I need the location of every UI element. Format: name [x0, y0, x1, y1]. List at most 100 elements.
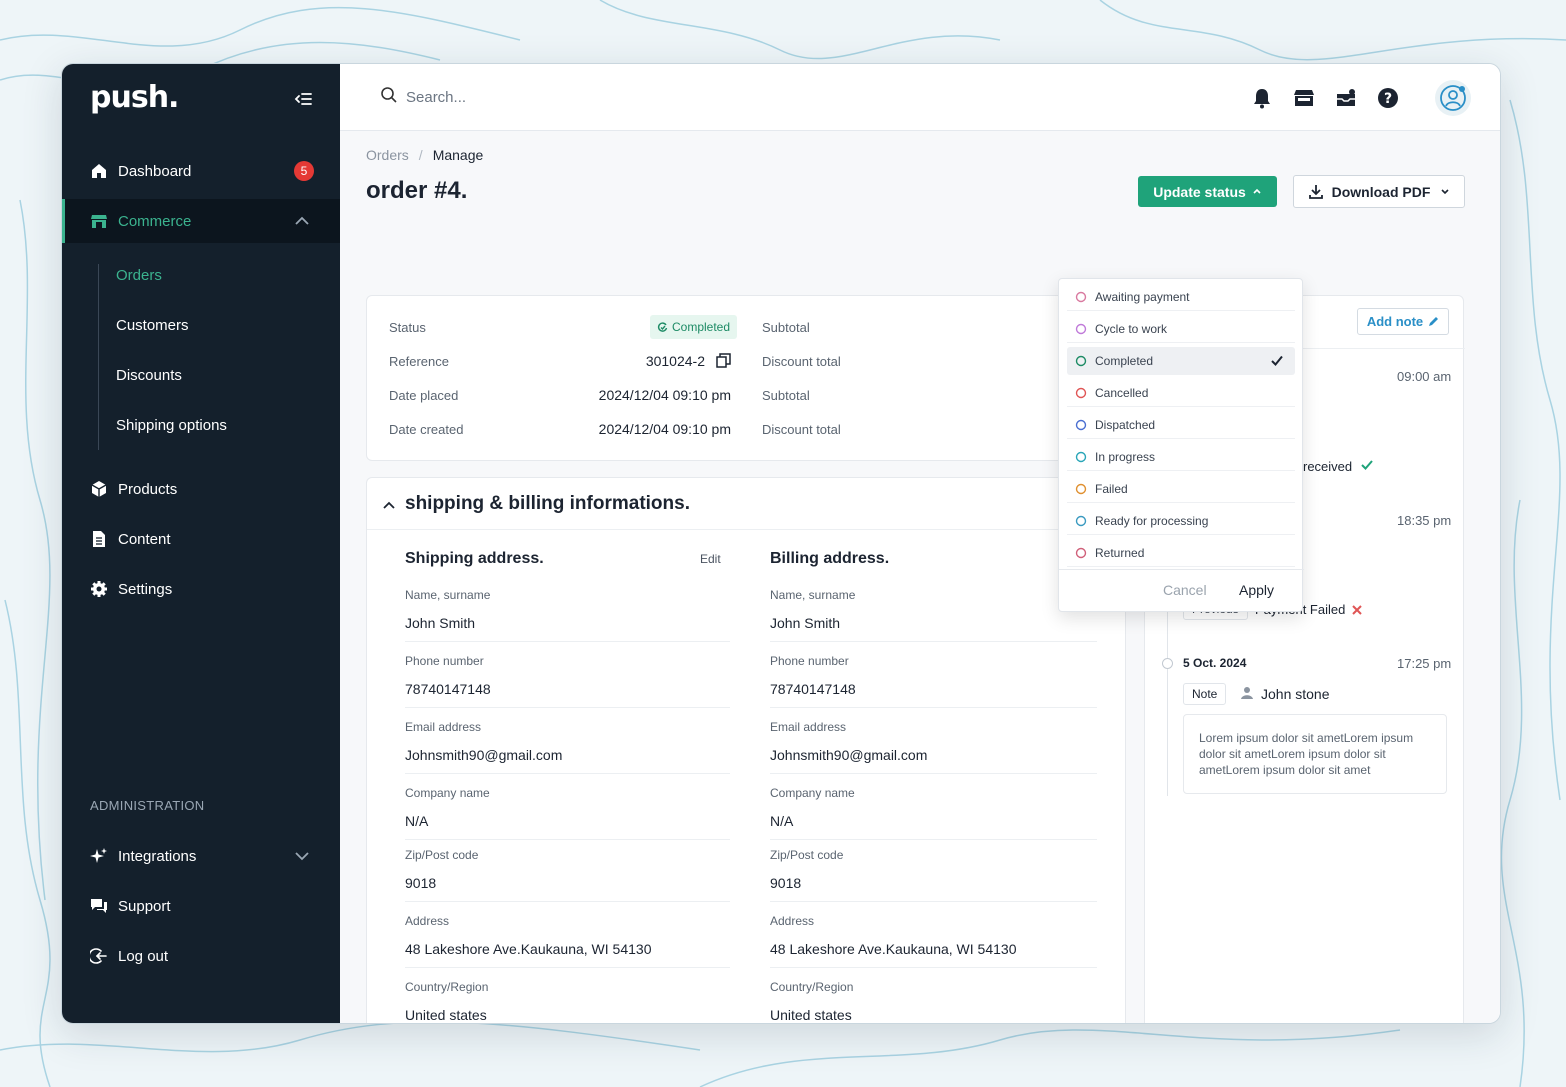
shipping-field-value: Johnsmith90@gmail.com [405, 747, 563, 763]
sidebar-subitem-shipping-options[interactable]: Shipping options [116, 414, 227, 438]
timeline-date: 5 Oct. 2024 [1183, 656, 1247, 670]
status-dropdown-menu: Awaiting payment Cycle to work Completed Ca… [1058, 278, 1304, 612]
status-option-label: Failed [1095, 481, 1128, 496]
shipping-field-label: Address [405, 914, 450, 928]
timeline-event-text: received [1303, 459, 1353, 474]
sidebar-item-content[interactable]: Content [62, 517, 340, 561]
field-divider [770, 901, 1097, 902]
user-avatar[interactable] [1435, 80, 1471, 116]
status-icon [1075, 547, 1087, 559]
billing-field-label: Email address [770, 720, 847, 734]
app-logo[interactable]: push. [90, 80, 179, 115]
status-icon [1075, 451, 1087, 463]
status-label: Status [389, 320, 426, 335]
sidebar-item-settings[interactable]: Settings [62, 567, 340, 611]
reference-label: Reference [389, 354, 449, 369]
field-divider [770, 707, 1097, 708]
breadcrumb-current: Manage [432, 147, 484, 163]
field-divider [770, 641, 1097, 642]
sidebar-item-label: Settings [118, 580, 173, 598]
copy-icon[interactable] [716, 353, 731, 373]
inbox-icon[interactable] [1335, 87, 1357, 109]
notification-count-badge: 5 [294, 161, 314, 181]
status-badge: Completed [650, 315, 738, 339]
store-icon[interactable] [1293, 87, 1315, 109]
sidebar-subitem-discounts[interactable]: Discounts [116, 364, 182, 388]
edit-shipping-button[interactable]: Edit [700, 552, 721, 566]
shipping-field-value: 48 Lakeshore Ave.Kaukauna, WI 54130 [405, 941, 652, 957]
shipping-field-label: Name, surname [405, 588, 491, 602]
status-option-label: Cycle to work [1095, 321, 1168, 336]
status-option-cycle-to-work[interactable]: Cycle to work [1067, 315, 1295, 343]
search-input[interactable] [406, 89, 706, 106]
apply-button[interactable]: Apply [1239, 582, 1274, 598]
sidebar-subitem-customers[interactable]: Customers [116, 314, 189, 338]
status-icon [1075, 515, 1087, 527]
status-option-label: Ready for processing [1095, 513, 1209, 528]
billing-field-value: John Smith [770, 615, 841, 631]
status-option-completed[interactable]: Completed [1067, 347, 1295, 375]
collapse-sidebar-icon[interactable] [294, 90, 314, 108]
status-option-label: Awaiting payment [1095, 289, 1190, 304]
field-divider [405, 901, 730, 902]
field-divider [770, 839, 1097, 840]
chevron-down-icon [1440, 188, 1450, 195]
status-option-cancelled[interactable]: Cancelled [1067, 379, 1295, 407]
sidebar-item-label: Dashboard [118, 162, 192, 180]
completed-icon [657, 321, 668, 333]
breadcrumb-separator: / [418, 147, 423, 163]
breadcrumb: Orders / Manage [366, 147, 483, 163]
status-option-in-progress[interactable]: In progress [1067, 443, 1295, 471]
sidebar-item-commerce[interactable]: Commerce [62, 199, 340, 243]
billing-field-label: Zip/Post code [770, 848, 844, 862]
subtotal-label: Subtotal [762, 320, 810, 335]
status-option-awaiting-payment[interactable]: Awaiting payment [1067, 283, 1295, 311]
cancel-button[interactable]: Cancel [1163, 582, 1207, 598]
shipping-field-value: 9018 [405, 875, 437, 891]
sidebar-item-products[interactable]: Products [62, 467, 340, 511]
sidebar-item-label: Integrations [118, 847, 197, 865]
sidebar-item-logout[interactable]: Log out [62, 934, 340, 978]
download-pdf-label: Download PDF [1331, 183, 1431, 200]
billing-address-title: Billing address. [770, 550, 890, 567]
order-summary-card: Status Completed Reference 301024-2 Date… [366, 295, 1126, 461]
page-title: order #4. [366, 177, 468, 204]
search-icon [380, 86, 398, 109]
field-divider [770, 967, 1097, 968]
status-option-label: Cancelled [1095, 385, 1149, 400]
status-option-ready-for-processing[interactable]: Ready for processing [1067, 507, 1295, 535]
sidebar-subitem-orders[interactable]: Orders [116, 264, 162, 288]
breadcrumb-orders-link[interactable]: Orders [366, 147, 409, 163]
sidebar-item-support[interactable]: Support [62, 884, 340, 928]
sidebar-item-label: Commerce [118, 212, 192, 230]
check-icon [1361, 458, 1373, 476]
bell-icon[interactable] [1252, 87, 1274, 109]
sidebar-item-integrations[interactable]: Integrations [62, 834, 340, 878]
download-pdf-button[interactable]: Download PDF [1293, 175, 1465, 208]
status-icon [1075, 323, 1087, 335]
status-option-returned[interactable]: Returned [1067, 539, 1295, 567]
sidebar-item-dashboard[interactable]: Dashboard 5 [62, 149, 340, 193]
help-icon[interactable]: ? [1377, 87, 1399, 109]
status-option-failed[interactable]: Failed [1067, 475, 1295, 503]
status-option-dispatched[interactable]: Dispatched [1067, 411, 1295, 439]
date-placed-value: 2024/12/04 09:10 pm [598, 387, 731, 403]
shipping-field-label: Zip/Post code [405, 848, 479, 862]
shipping-field-label: Country/Region [405, 980, 489, 994]
billing-field-label: Country/Region [770, 980, 854, 994]
update-status-button[interactable]: Update status [1138, 176, 1277, 207]
topbar: ? [340, 64, 1500, 131]
chevron-down-icon [294, 848, 310, 865]
timeline-time: 17:25 pm [1397, 656, 1452, 671]
timeline-dot [1162, 658, 1173, 669]
subtotal-label: Subtotal [762, 388, 810, 403]
add-note-button[interactable]: Add note [1357, 308, 1449, 335]
update-status-label: Update status [1153, 183, 1246, 200]
collapse-chevron-up-icon[interactable] [383, 498, 395, 516]
field-divider [405, 839, 730, 840]
discount-total-label: Discount total [762, 354, 841, 369]
sidebar-item-label: Log out [118, 947, 169, 965]
home-icon [90, 162, 108, 180]
app-window: push. Dashboard 5 Commerce Orders Custom… [61, 63, 1501, 1024]
date-created-label: Date created [389, 422, 464, 437]
